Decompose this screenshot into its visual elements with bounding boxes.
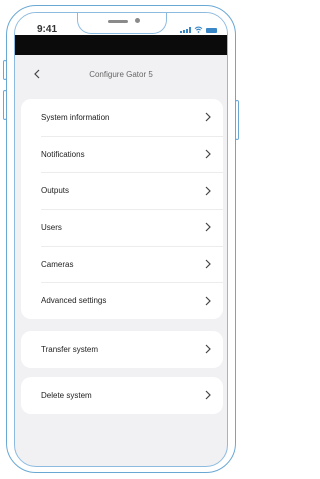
- device-notch: [77, 13, 167, 34]
- menu-item-cameras[interactable]: Cameras: [21, 245, 223, 283]
- menu-item-users[interactable]: Users: [21, 209, 223, 246]
- menu-item-system-information[interactable]: System information: [21, 99, 223, 136]
- menu-item-label: Outputs: [41, 186, 70, 196]
- chevron-right-icon: [205, 222, 211, 232]
- header-dark-bar: [15, 35, 227, 55]
- side-button-left-2: [3, 90, 7, 120]
- menu-item-transfer-system[interactable]: Transfer system: [21, 331, 223, 368]
- chevron-right-icon: [205, 112, 211, 122]
- page-title: Configure Gator 5: [89, 70, 153, 79]
- menu-item-notifications[interactable]: Notifications: [21, 135, 223, 173]
- chevron-right-icon: [205, 149, 211, 159]
- chevron-right-icon: [205, 186, 211, 196]
- menu-item-advanced-settings[interactable]: Advanced settings: [21, 282, 223, 319]
- chevron-right-icon: [205, 296, 211, 306]
- delete-card: Delete system: [21, 377, 223, 414]
- menu-item-delete-system[interactable]: Delete system: [21, 377, 223, 414]
- side-button-right: [235, 100, 239, 140]
- menu-item-label: Cameras: [41, 259, 74, 269]
- settings-card: System information Notifications Outputs…: [21, 99, 223, 320]
- menu-item-label: Delete system: [41, 390, 92, 400]
- status-bar: 9:41: [15, 13, 227, 35]
- chevron-right-icon: [205, 259, 211, 269]
- front-camera: [135, 18, 140, 23]
- menu-item-label: Notifications: [41, 149, 85, 159]
- battery-icon: [206, 28, 217, 33]
- chevron-right-icon: [205, 344, 211, 354]
- menu-item-label: Users: [41, 222, 62, 232]
- menu-item-outputs[interactable]: Outputs: [21, 172, 223, 209]
- status-icons: [180, 26, 217, 33]
- signal-icon: [180, 27, 191, 33]
- side-button-left: [3, 60, 7, 80]
- speaker-grille: [108, 20, 128, 23]
- nav-bar: Configure Gator 5: [15, 55, 227, 97]
- chevron-right-icon: [205, 390, 211, 400]
- transfer-card: Transfer system: [21, 331, 223, 368]
- menu-item-label: Transfer system: [41, 344, 99, 354]
- status-time: 9:41: [37, 24, 58, 35]
- menu-item-label: System information: [41, 112, 110, 122]
- menu-item-label: Advanced settings: [41, 296, 107, 306]
- wifi-icon: [194, 26, 203, 33]
- device-screen: 9:41 Configure Gator 5 System informatio…: [14, 12, 228, 467]
